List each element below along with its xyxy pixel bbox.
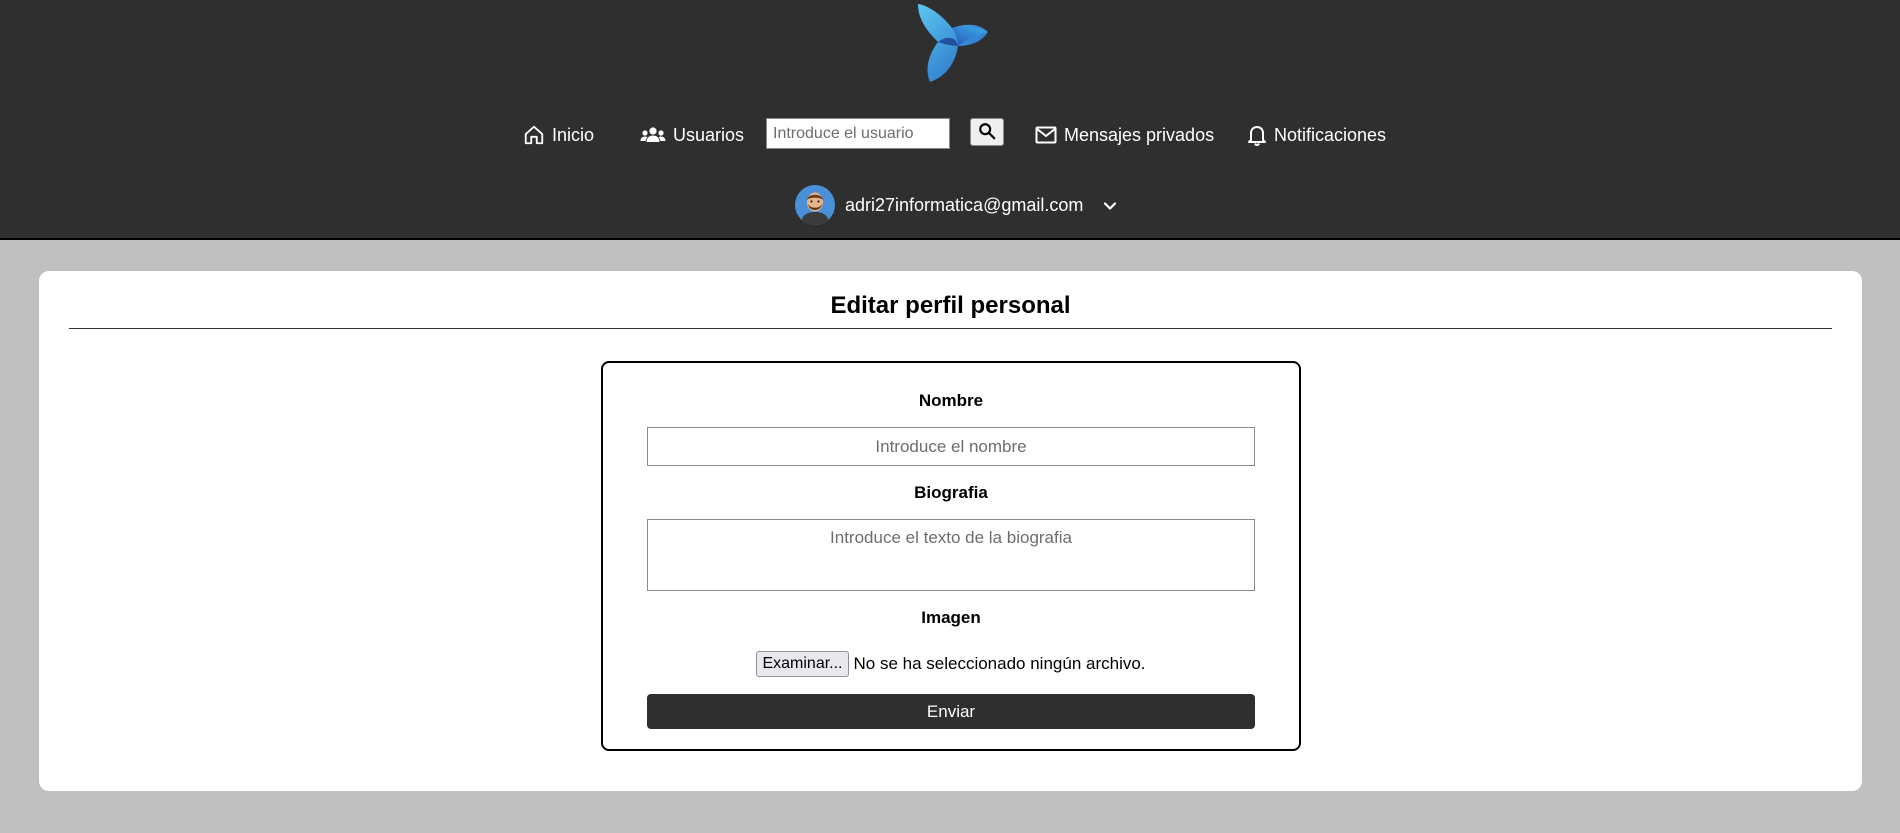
- nav-users-label: Usuarios: [673, 124, 745, 145]
- image-file-picker: Examinar... No se ha seleccionado ningún…: [603, 651, 1299, 677]
- submit-button[interactable]: Enviar: [647, 694, 1255, 729]
- user-email: adri27informatica@gmail.com: [845, 194, 1084, 215]
- nav-home-label: Inicio: [552, 124, 595, 145]
- top-navigation-bar: Inicio Usuarios Introduce el usuario Men…: [0, 0, 1900, 240]
- users-group-icon: [640, 125, 666, 145]
- search-button[interactable]: [970, 118, 1004, 146]
- nav-users[interactable]: Usuarios: [640, 122, 744, 148]
- main-nav: Inicio Usuarios Introduce el usuario Men…: [0, 114, 1900, 154]
- nav-private-messages[interactable]: Mensajes privados: [1035, 122, 1214, 148]
- title-divider: [69, 328, 1832, 329]
- chevron-down-icon[interactable]: [1103, 195, 1117, 216]
- user-search-input[interactable]: [766, 118, 950, 149]
- edit-profile-form: Nombre Biografia Imagen Examinar... No s…: [601, 361, 1301, 751]
- biography-textarea[interactable]: [647, 519, 1255, 591]
- search-icon: [978, 122, 996, 143]
- bell-icon: [1247, 124, 1267, 146]
- nav-messages-label: Mensajes privados: [1064, 124, 1215, 145]
- name-input[interactable]: [647, 427, 1255, 466]
- mail-icon: [1035, 126, 1057, 144]
- image-label: Imagen: [921, 608, 981, 627]
- user-account-menu[interactable]: adri27informatica@gmail.com: [795, 185, 1117, 225]
- user-avatar: [795, 185, 835, 225]
- biography-label: Biografia: [914, 483, 988, 502]
- name-label: Nombre: [918, 391, 984, 410]
- browse-file-button[interactable]: Examinar...: [756, 651, 849, 677]
- home-icon: [523, 124, 545, 146]
- file-status-text: No se ha seleccionado ningún archivo.: [853, 654, 1146, 673]
- nav-notifications-label: Notificaciones: [1274, 124, 1387, 145]
- page-title: Editar perfil personal: [830, 292, 1071, 319]
- nav-home[interactable]: Inicio: [523, 122, 594, 148]
- app-logo-icon[interactable]: [912, 2, 990, 84]
- edit-profile-card: Editar perfil personal Nombre Biografia …: [39, 271, 1862, 791]
- nav-notifications[interactable]: Notificaciones: [1247, 122, 1386, 148]
